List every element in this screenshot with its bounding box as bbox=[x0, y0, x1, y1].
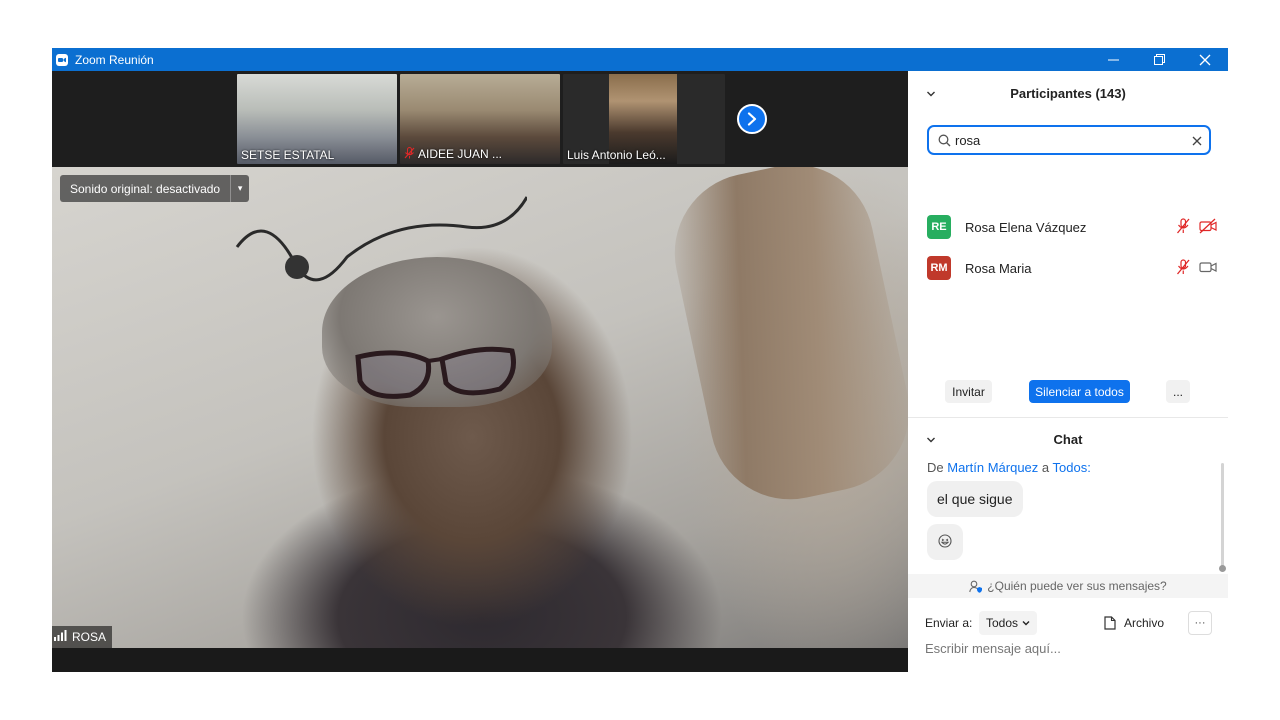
participant-row[interactable]: RE Rosa Elena Vázquez bbox=[927, 213, 1217, 241]
video-area: SETSE ESTATAL AIDEE JUAN ... Luis Antoni… bbox=[52, 71, 908, 672]
participant-thumbnail[interactable]: SETSE ESTATAL bbox=[237, 74, 397, 164]
speaker-name-tag: ROSA bbox=[52, 626, 113, 648]
mic-muted-icon bbox=[404, 147, 415, 162]
participant-name: Rosa Elena Vázquez bbox=[965, 219, 1087, 235]
send-to-dropdown[interactable]: Todos bbox=[979, 611, 1038, 635]
search-input[interactable] bbox=[955, 132, 1175, 148]
mic-muted-icon[interactable] bbox=[1175, 259, 1191, 280]
thumbnail-name: SETSE ESTATAL bbox=[241, 148, 335, 162]
caret-down-icon[interactable]: ▾ bbox=[230, 175, 249, 202]
chat-sender-line: De Martín Márquez a Todos: bbox=[927, 460, 1091, 475]
participant-thumbnail[interactable]: AIDEE JUAN ... bbox=[400, 74, 560, 164]
participants-header: Participantes (143) bbox=[908, 74, 1228, 112]
participant-actions: Invitar Silenciar a todos ... bbox=[908, 380, 1228, 404]
chat-message[interactable] bbox=[927, 524, 963, 560]
more-options-button[interactable]: ... bbox=[1166, 380, 1190, 403]
title-bar: Zoom Reunión bbox=[52, 48, 1228, 71]
participants-title: Participantes (143) bbox=[1010, 85, 1126, 101]
divider bbox=[908, 417, 1228, 418]
file-button[interactable]: Archivo bbox=[1104, 611, 1164, 635]
side-panel: Participantes (143) RE Rosa Elena Vázque… bbox=[908, 71, 1228, 672]
chevron-down-icon[interactable] bbox=[926, 87, 936, 102]
chat-scrollbar[interactable] bbox=[1221, 463, 1224, 569]
clear-search-icon[interactable] bbox=[1192, 133, 1202, 151]
mic-muted-icon[interactable] bbox=[1175, 218, 1191, 239]
window-controls bbox=[1090, 48, 1228, 71]
laughing-emoji-icon bbox=[938, 533, 952, 551]
recipient-name[interactable]: Todos: bbox=[1053, 460, 1091, 475]
thumbnail-name: Luis Antonio Leó... bbox=[567, 148, 666, 162]
video-off-icon[interactable] bbox=[1199, 218, 1217, 239]
thumbnail-name: AIDEE JUAN ... bbox=[418, 146, 503, 161]
active-speaker-video[interactable]: Sonido original: desactivado ▾ ROSA bbox=[52, 167, 908, 648]
file-icon bbox=[1104, 616, 1116, 630]
thumbnail-strip: SETSE ESTATAL AIDEE JUAN ... Luis Antoni… bbox=[52, 71, 908, 167]
zoom-logo-icon bbox=[56, 53, 68, 66]
chat-header: Chat bbox=[908, 420, 1228, 458]
send-to-label: Enviar a: bbox=[925, 616, 973, 630]
chat-scroll-thumb[interactable] bbox=[1219, 565, 1226, 572]
participant-status-icons bbox=[1175, 259, 1217, 280]
minimize-icon[interactable] bbox=[1090, 48, 1136, 71]
participant-name: Rosa Maria bbox=[965, 260, 1032, 276]
send-row: Enviar a: Todos Archivo ··· bbox=[925, 611, 1221, 635]
avatar: RE bbox=[927, 215, 951, 239]
thumbnail-label: AIDEE JUAN ... bbox=[404, 147, 502, 162]
chevron-down-icon bbox=[1022, 619, 1030, 627]
speaker-name: ROSA bbox=[72, 630, 107, 644]
video-camera-icon[interactable] bbox=[1199, 259, 1217, 280]
chevron-down-icon[interactable] bbox=[926, 433, 936, 448]
file-label: Archivo bbox=[1124, 616, 1165, 630]
mute-all-button[interactable]: Silenciar a todos bbox=[1029, 380, 1130, 403]
participant-row[interactable]: RM Rosa Maria bbox=[927, 254, 1217, 282]
participant-status-icons bbox=[1175, 218, 1217, 239]
original-sound-label: Sonido original: desactivado bbox=[70, 181, 221, 196]
message-input[interactable]: Escribir mensaje aquí... bbox=[925, 641, 1215, 656]
close-icon[interactable] bbox=[1182, 48, 1228, 71]
restore-icon[interactable] bbox=[1136, 48, 1182, 71]
sender-name[interactable]: Martín Márquez bbox=[947, 460, 1038, 475]
signal-strength-icon bbox=[54, 630, 67, 644]
participant-search[interactable] bbox=[927, 125, 1211, 155]
background-detail bbox=[355, 346, 516, 399]
from-prefix: De bbox=[927, 460, 944, 475]
chat-more-button[interactable]: ··· bbox=[1188, 611, 1212, 635]
invite-button[interactable]: Invitar bbox=[945, 380, 992, 403]
who-can-see-link[interactable]: ¿Quién puede ver sus mensajes? bbox=[908, 574, 1228, 598]
participant-thumbnail[interactable]: Luis Antonio Leó... bbox=[563, 74, 725, 164]
search-icon bbox=[938, 134, 951, 147]
original-sound-toggle[interactable]: Sonido original: desactivado ▾ bbox=[60, 175, 250, 202]
to-word: a bbox=[1041, 460, 1050, 475]
zoom-window: Zoom Reunión SETSE ESTATAL AIDEE JUAN ..… bbox=[52, 48, 1228, 672]
avatar: RM bbox=[927, 256, 951, 280]
chat-title: Chat bbox=[1053, 431, 1083, 447]
background-detail bbox=[659, 167, 908, 515]
chevron-right-icon bbox=[747, 112, 757, 126]
next-page-button[interactable] bbox=[737, 104, 767, 134]
chat-message[interactable]: el que sigue bbox=[927, 481, 1023, 517]
send-to-value: Todos bbox=[986, 616, 1019, 630]
who-can-see-text: ¿Quién puede ver sus mensajes? bbox=[987, 579, 1167, 593]
person-shield-icon bbox=[969, 580, 983, 593]
window-title: Zoom Reunión bbox=[75, 52, 154, 67]
